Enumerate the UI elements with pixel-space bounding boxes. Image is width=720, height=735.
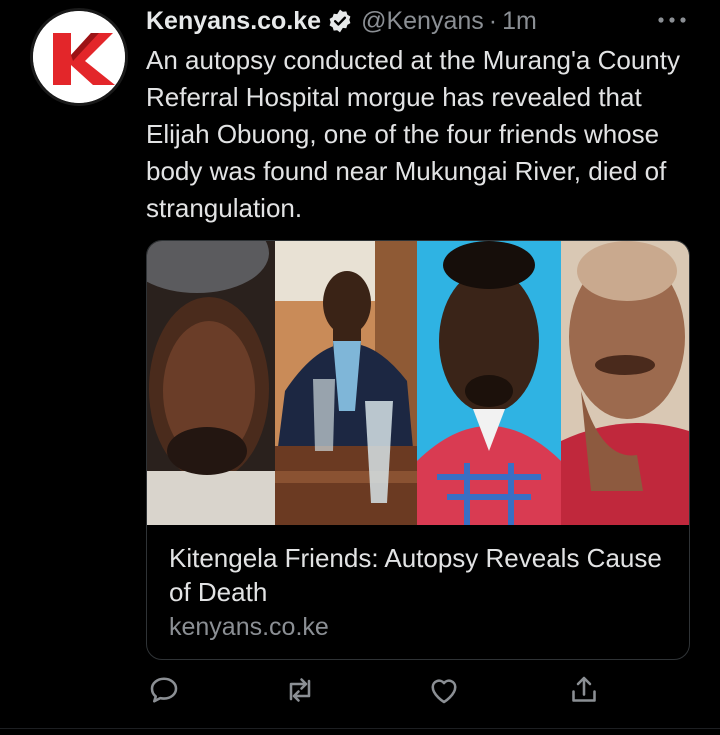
tweet-divider [0,728,720,729]
timestamp[interactable]: 1m [502,7,537,36]
verified-badge-icon [329,9,351,33]
separator-dot: · [488,6,498,35]
kenyans-logo [33,11,125,103]
card-image-collage [147,241,689,525]
photo-man-table-drinks [275,241,417,525]
ellipsis-icon[interactable] [654,10,690,30]
link-card-body[interactable]: Kitengela Friends: Autopsy Reveals Cause… [147,525,689,659]
tweet-actions [146,672,626,712]
tweet-header: Kenyans.co.ke @Kenyans · 1m [146,4,537,38]
tweet-text: An autopsy conducted at the Murang'a Cou… [146,45,680,223]
like-icon[interactable] [426,672,462,708]
link-card-title[interactable]: Kitengela Friends: Autopsy Reveals Cause… [169,541,669,609]
photo-man-passport-blue [417,241,561,525]
reply-icon[interactable] [146,672,182,708]
share-icon[interactable] [566,672,602,708]
tweet[interactable]: Kenyans.co.ke @Kenyans · 1m An autopsy c… [0,0,720,735]
photo-man-red-shirt [561,241,689,525]
author-name[interactable]: Kenyans.co.ke [146,7,321,36]
author-handle[interactable]: @Kenyans [361,7,484,36]
photo-man-cap-selfie [147,241,275,525]
profile-avatar[interactable] [30,8,128,106]
retweet-icon[interactable] [282,672,318,708]
link-card[interactable]: Kitengela Friends: Autopsy Reveals Cause… [146,240,690,660]
link-card-domain: kenyans.co.ke [169,613,329,641]
